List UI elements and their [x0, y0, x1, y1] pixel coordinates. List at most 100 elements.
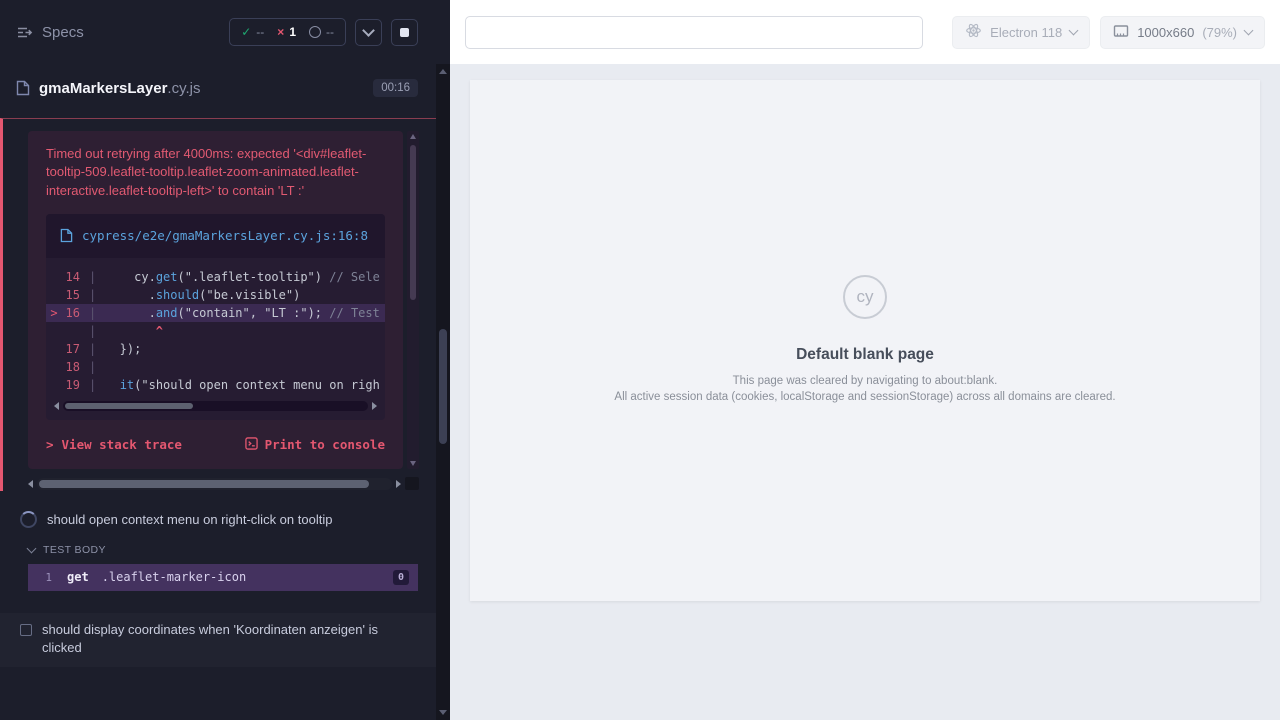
- pending-count: --: [326, 25, 334, 39]
- scroll-down-arrow-icon[interactable]: [439, 710, 447, 715]
- print-to-console-button[interactable]: Print to console: [245, 437, 385, 453]
- cypress-logo: cy: [843, 275, 887, 319]
- code-line: 15| .should("be.visible"): [46, 286, 385, 304]
- test-stats: ✓ -- × 1 --: [229, 18, 346, 46]
- test-body-label: TEST BODY: [43, 544, 106, 556]
- scroll-right-arrow-icon[interactable]: [396, 480, 401, 488]
- browser-label: Electron 118: [990, 25, 1062, 40]
- code-frame-header: cypress/e2e/gmaMarkersLayer.cy.js:16:8: [46, 214, 385, 257]
- scroll-up-arrow-icon[interactable]: [410, 134, 416, 139]
- print-to-console-label: Print to console: [265, 437, 385, 452]
- spec-name-base: gmaMarkersLayer: [39, 80, 167, 97]
- code-line: 19| it("should open context menu on righ: [46, 376, 385, 394]
- stop-run-button[interactable]: [391, 19, 418, 46]
- chevron-down-icon: [1244, 26, 1254, 36]
- viewport-selector[interactable]: 1000x660 (79%): [1100, 16, 1265, 49]
- blank-page-title: Default blank page: [614, 346, 1115, 364]
- spec-header: gmaMarkersLayer.cy.js 00:16: [0, 64, 436, 112]
- chevron-down-icon: [27, 543, 37, 553]
- pending-test-icon: [20, 624, 32, 636]
- code-frame: cypress/e2e/gmaMarkersLayer.cy.js:16:8 1…: [46, 214, 385, 419]
- test-title: should display coordinates when 'Koordin…: [42, 621, 410, 657]
- scroll-up-arrow-icon[interactable]: [439, 69, 447, 74]
- scrollbar-corner: [405, 477, 419, 490]
- command-message: .leaflet-marker-icon: [102, 570, 393, 584]
- spinner-icon: [20, 511, 37, 528]
- test-item-pending[interactable]: should display coordinates when 'Koordin…: [0, 613, 436, 667]
- scroll-left-arrow-icon[interactable]: [54, 402, 59, 410]
- runner-toolbar: Electron 118 1000x660 (79%): [450, 0, 1280, 64]
- x-icon: ×: [277, 26, 284, 38]
- error-panel: Timed out retrying after 4000ms: expecte…: [28, 131, 403, 469]
- spec-name[interactable]: gmaMarkersLayer.cy.js: [39, 80, 200, 97]
- url-input[interactable]: [465, 16, 923, 49]
- error-hscrollbar: [28, 477, 419, 491]
- code-frame-file-link[interactable]: cypress/e2e/gmaMarkersLayer.cy.js:16:8: [82, 226, 368, 245]
- command-number: 1: [37, 571, 52, 584]
- code-line: 14| cy.get(".leaflet-tooltip") // Sele: [46, 268, 385, 286]
- stat-passed: ✓ --: [241, 25, 264, 39]
- reporter-scroll-area: Timed out retrying after 4000ms: expecte…: [0, 112, 436, 720]
- test-title: should open context menu on right-click …: [47, 511, 332, 529]
- cypress-app: Specs ✓ -- × 1 --: [0, 0, 1280, 720]
- reporter-sidebar: Specs ✓ -- × 1 --: [0, 0, 450, 720]
- collapse-preferences-button[interactable]: [355, 19, 382, 46]
- code-line: | ^: [46, 322, 385, 340]
- code-line: 18|: [46, 358, 385, 376]
- error-hscroll-track[interactable]: [37, 478, 392, 490]
- file-icon: [16, 80, 30, 96]
- specs-title[interactable]: Specs: [42, 24, 84, 41]
- error-message: Timed out retrying after 4000ms: expecte…: [46, 145, 385, 200]
- browser-selector[interactable]: Electron 118: [952, 16, 1090, 49]
- view-stack-trace-label: View stack trace: [62, 437, 182, 452]
- error-actions: > View stack trace Print to console: [46, 437, 385, 453]
- runner-main: Electron 118 1000x660 (79%) cy Default b…: [450, 0, 1280, 720]
- failed-attempt-block: Timed out retrying after 4000ms: expecte…: [0, 118, 436, 491]
- aut-iframe-page: cy Default blank page This page was clea…: [470, 80, 1260, 601]
- failed-count: 1: [289, 25, 296, 39]
- viewport-icon: [1113, 23, 1129, 42]
- error-vscrollbar[interactable]: [407, 131, 419, 469]
- electron-icon: [965, 22, 982, 42]
- view-stack-trace-button[interactable]: > View stack trace: [46, 437, 182, 452]
- spec-timer: 00:16: [373, 79, 418, 97]
- code-frame-lines: 14| cy.get(".leaflet-tooltip") // Sele15…: [46, 258, 385, 396]
- aut-stage: cy Default blank page This page was clea…: [450, 64, 1280, 720]
- code-frame-scroll-thumb[interactable]: [65, 403, 193, 409]
- viewport-size: 1000x660: [1137, 25, 1194, 40]
- specs-list-toggle-icon[interactable]: [16, 24, 33, 41]
- check-icon: ✓: [241, 26, 251, 38]
- blank-page-message-2: All active session data (cookies, localS…: [614, 391, 1115, 403]
- stat-pending: --: [309, 25, 334, 39]
- pending-icon: [309, 26, 321, 38]
- chevron-right-icon: >: [46, 437, 54, 452]
- code-frame-scroll-track[interactable]: [63, 401, 368, 411]
- scroll-left-arrow-icon[interactable]: [28, 480, 33, 488]
- scroll-down-arrow-icon[interactable]: [410, 461, 416, 466]
- reporter-vscrollbar[interactable]: [436, 64, 450, 720]
- scroll-right-arrow-icon[interactable]: [372, 402, 377, 410]
- reporter-content: Specs ✓ -- × 1 --: [0, 0, 436, 720]
- code-frame-hscrollbar: [54, 400, 377, 412]
- error-hscroll-thumb[interactable]: [39, 480, 369, 488]
- stop-icon: [400, 28, 409, 37]
- error-vscroll-thumb[interactable]: [410, 145, 416, 300]
- command-method: get: [67, 570, 89, 584]
- file-icon: [60, 228, 73, 243]
- specs-header: Specs ✓ -- × 1 --: [0, 0, 436, 64]
- code-line: >16| .and("contain", "LT :"); // Test: [46, 304, 385, 322]
- blank-page-message-1: This page was cleared by navigating to a…: [614, 375, 1115, 387]
- test-item-running[interactable]: should open context menu on right-click …: [20, 511, 420, 529]
- stat-failed: × 1: [277, 25, 296, 39]
- passed-count: --: [256, 25, 264, 39]
- reporter-vscroll-thumb[interactable]: [439, 329, 447, 444]
- command-log-entry[interactable]: 1 get .leaflet-marker-icon 0: [28, 564, 418, 591]
- chevron-down-icon: [362, 24, 375, 37]
- command-count-badge: 0: [393, 570, 409, 585]
- console-icon: [245, 437, 258, 453]
- spec-name-ext: .cy.js: [167, 80, 200, 97]
- code-line: 17| });: [46, 340, 385, 358]
- test-body-section-toggle[interactable]: TEST BODY: [28, 544, 420, 556]
- blank-page-content: cy Default blank page This page was clea…: [614, 275, 1115, 407]
- chevron-down-icon: [1069, 26, 1079, 36]
